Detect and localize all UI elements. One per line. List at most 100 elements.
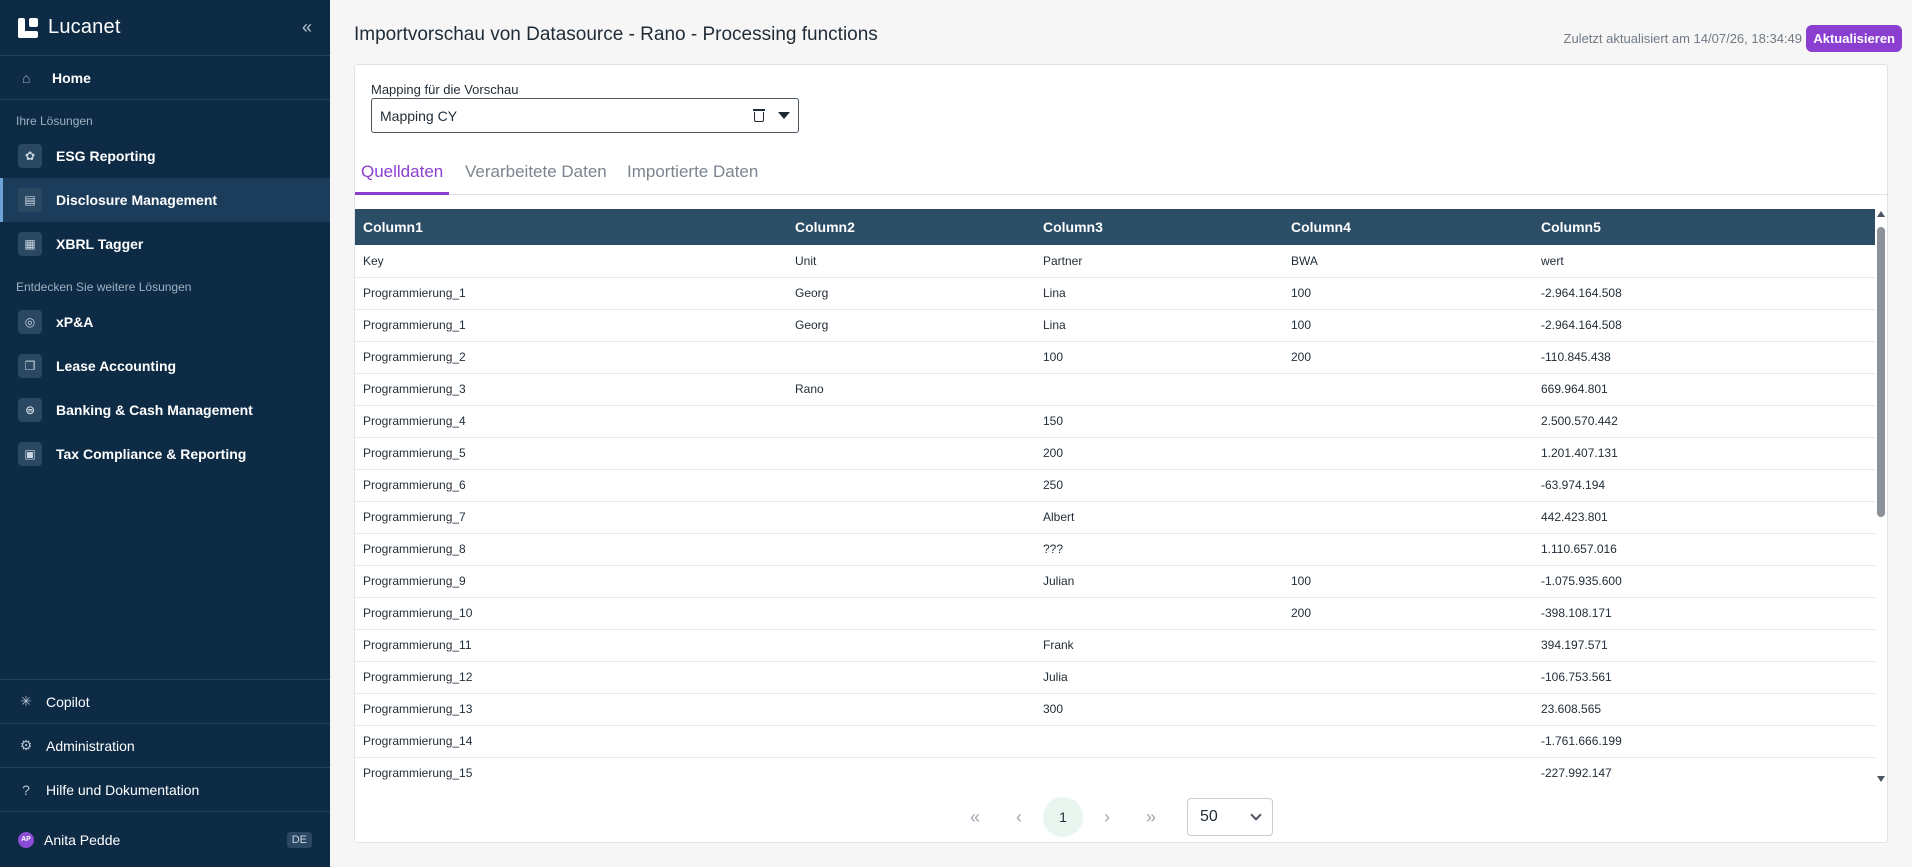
documents-icon: ❐ — [18, 354, 42, 378]
sidebar-bottom: ✳ Copilot ⚙ Administration ? Hilfe und D… — [0, 679, 330, 867]
table-cell: -110.845.438 — [1533, 341, 1875, 374]
refresh-button[interactable]: Aktualisieren — [1806, 25, 1902, 52]
table-cell: Partner — [1035, 245, 1283, 278]
table-cell — [1283, 725, 1533, 758]
table-cell: 250 — [1035, 469, 1283, 502]
column-header[interactable]: Column5 — [1533, 209, 1875, 245]
table-row[interactable]: Programmierung_11 Frank 394.197.571 — [355, 629, 1875, 662]
help-icon: ? — [22, 781, 30, 798]
table-cell — [1283, 405, 1533, 438]
caret-down-icon[interactable] — [778, 112, 790, 119]
sidebar-item-label: Lease Accounting — [56, 358, 177, 374]
table-row[interactable]: Programmierung_5 200 1.201.407.131 — [355, 437, 1875, 470]
home-icon: ⌂ — [22, 69, 31, 86]
table-row[interactable]: Programmierung_10 200 -398.108.171 — [355, 597, 1875, 630]
sidebar-item-xbrl-tagger[interactable]: ▦ XBRL Tagger — [0, 222, 330, 266]
table-row[interactable]: Programmierung_4 150 2.500.570.442 — [355, 405, 1875, 438]
sidebar-item-copilot[interactable]: ✳ Copilot — [0, 679, 330, 723]
next-page-icon[interactable]: › — [1087, 797, 1127, 837]
sidebar-item-label: Banking & Cash Management — [56, 402, 253, 418]
table-cell: Programmierung_15 — [355, 757, 787, 784]
table-cell — [787, 565, 1035, 598]
table-row[interactable]: Programmierung_1 Georg Lina 100 -2.964.164.5… — [355, 309, 1875, 342]
table-cell — [787, 341, 1035, 374]
trash-icon[interactable] — [752, 108, 766, 123]
scroll-thumb[interactable] — [1877, 227, 1885, 517]
cash-icon: ⊜ — [18, 398, 42, 422]
table-cell — [787, 437, 1035, 470]
sidebar-item-administration[interactable]: ⚙ Administration — [0, 723, 330, 767]
sidebar-item-label: Administration — [46, 737, 135, 754]
table-cell: Programmierung_9 — [355, 565, 787, 598]
table-row[interactable]: Programmierung_12 Julia -106.753.561 — [355, 661, 1875, 694]
table-cell — [1035, 757, 1283, 784]
sidebar-item-esg-reporting[interactable]: ✿ ESG Reporting — [0, 134, 330, 178]
page-size-select[interactable]: 50 — [1187, 798, 1273, 836]
user-profile[interactable]: AP Anita Pedde DE — [0, 811, 330, 867]
column-header[interactable]: Column4 — [1283, 209, 1533, 245]
sidebar-item-lease-accounting[interactable]: ❐ Lease Accounting — [0, 344, 330, 388]
column-header[interactable]: Column1 — [355, 209, 787, 245]
table-row[interactable]: Programmierung_1 Georg Lina 100 -2.964.164.5… — [355, 277, 1875, 310]
table-row[interactable]: Programmierung_9 Julian 100 -1.075.935.600 — [355, 565, 1875, 598]
lucanet-logo-icon — [18, 17, 38, 38]
tab-importierte-daten[interactable]: Importierte Daten — [621, 157, 764, 195]
prev-page-icon[interactable]: ‹ — [999, 797, 1039, 837]
sidebar-item-xp-a[interactable]: ◎ xP&A — [0, 300, 330, 344]
page-title: Importvorschau von Datasource - Rano - P… — [354, 24, 878, 45]
mapping-select[interactable]: Mapping CY — [371, 98, 799, 133]
table-row[interactable]: Programmierung_2 100 200 -110.845.438 — [355, 341, 1875, 374]
first-page-icon[interactable]: « — [955, 797, 995, 837]
table-cell: Georg — [787, 309, 1035, 342]
scroll-up-arrow-icon[interactable] — [1877, 211, 1885, 217]
table-cell: Key — [355, 245, 787, 278]
table-cell: Albert — [1035, 501, 1283, 534]
table-row[interactable]: Programmierung_6 250 -63.974.194 — [355, 469, 1875, 502]
sidebar-item-label: xP&A — [56, 314, 94, 330]
table-scrollbar[interactable] — [1875, 209, 1887, 784]
table-cell: Programmierung_3 — [355, 373, 787, 406]
table-row[interactable]: Programmierung_7 Albert 442.423.801 — [355, 501, 1875, 534]
table-cell — [1283, 533, 1533, 566]
sidebar-item-label: Hilfe und Dokumentation — [46, 781, 200, 798]
table-row[interactable]: Key Unit Partner BWA wert — [355, 245, 1875, 278]
sidebar-item-help[interactable]: ? Hilfe und Dokumentation — [0, 767, 330, 811]
tab-verarbeitete-daten[interactable]: Verarbeitete Daten — [459, 157, 613, 195]
scroll-down-arrow-icon[interactable] — [1877, 776, 1885, 782]
sidebar-item-tax-compliance-reporting[interactable]: ▣ Tax Compliance & Reporting — [0, 432, 330, 476]
table-cell — [1035, 373, 1283, 406]
table-cell — [1283, 661, 1533, 694]
table-row[interactable]: Programmierung_15 -227.992.147 — [355, 757, 1875, 784]
sidebar-item-home[interactable]: ⌂ Home — [0, 56, 330, 100]
table-cell: Programmierung_6 — [355, 469, 787, 502]
table-row[interactable]: Programmierung_8??? 1.110.657.016 — [355, 533, 1875, 566]
table-header: Column1 Column2 Column3 Column4 Column5 — [355, 209, 1875, 245]
table-cell: 100 — [1283, 309, 1533, 342]
last-page-icon[interactable]: » — [1131, 797, 1171, 837]
column-header[interactable]: Column2 — [787, 209, 1035, 245]
table-row[interactable]: Programmierung_14 -1.761.666.199 — [355, 725, 1875, 758]
sidebar-item-banking-cash-management[interactable]: ⊜ Banking & Cash Management — [0, 388, 330, 432]
table-cell: BWA — [1283, 245, 1533, 278]
collapse-sidebar-icon[interactable]: « — [302, 17, 312, 38]
table-cell: Programmierung_2 — [355, 341, 787, 374]
tab-quelldaten[interactable]: Quelldaten — [355, 157, 450, 195]
gear-icon: ⚙ — [19, 737, 33, 753]
sidebar-item-label: ESG Reporting — [56, 148, 156, 164]
table-cell: Frank — [1035, 629, 1283, 662]
data-table: Column1 Column2 Column3 Column4 Column5 Key U… — [355, 209, 1875, 784]
table-row[interactable]: Programmierung_3 Rano 669.964.801 — [355, 373, 1875, 406]
language-badge[interactable]: DE — [286, 831, 312, 848]
solutions-list: ✿ ESG Reporting ▤ Disclosure Management ▦ XBR… — [0, 134, 330, 266]
sidebar-item-disclosure-management[interactable]: ▤ Disclosure Management — [0, 178, 330, 222]
column-header[interactable]: Column3 — [1035, 209, 1283, 245]
data-table-container: Column1 Column2 Column3 Column4 Column5 Key U… — [355, 209, 1887, 784]
table-cell: 1.201.407.131 — [1533, 437, 1875, 470]
table-row[interactable]: Programmierung_13 300 23.608.565 — [355, 693, 1875, 726]
current-page[interactable]: 1 — [1043, 797, 1083, 837]
table-cell: Lina — [1035, 309, 1283, 342]
user-name: Anita Pedde — [44, 831, 121, 848]
table-cell — [787, 469, 1035, 502]
sidebar-item-label: XBRL Tagger — [56, 236, 144, 252]
table-cell: Lina — [1035, 277, 1283, 310]
